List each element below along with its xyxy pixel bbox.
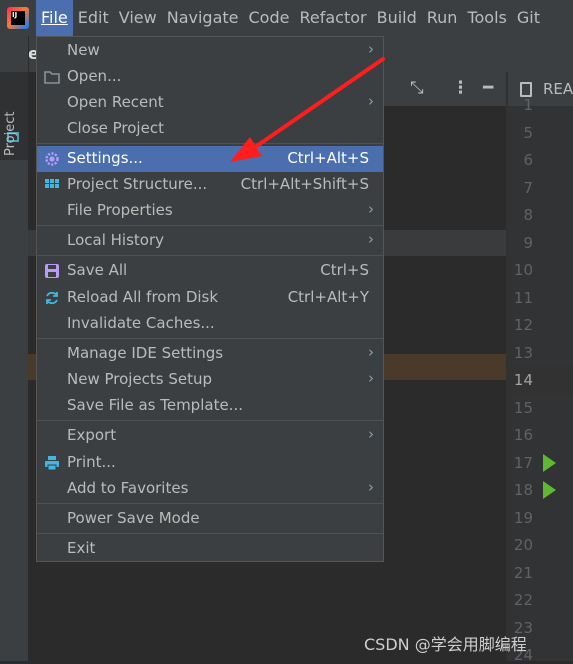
watermark: CSDN @学会用脚编程 xyxy=(364,635,527,654)
annotation-arrow-icon xyxy=(230,57,385,162)
